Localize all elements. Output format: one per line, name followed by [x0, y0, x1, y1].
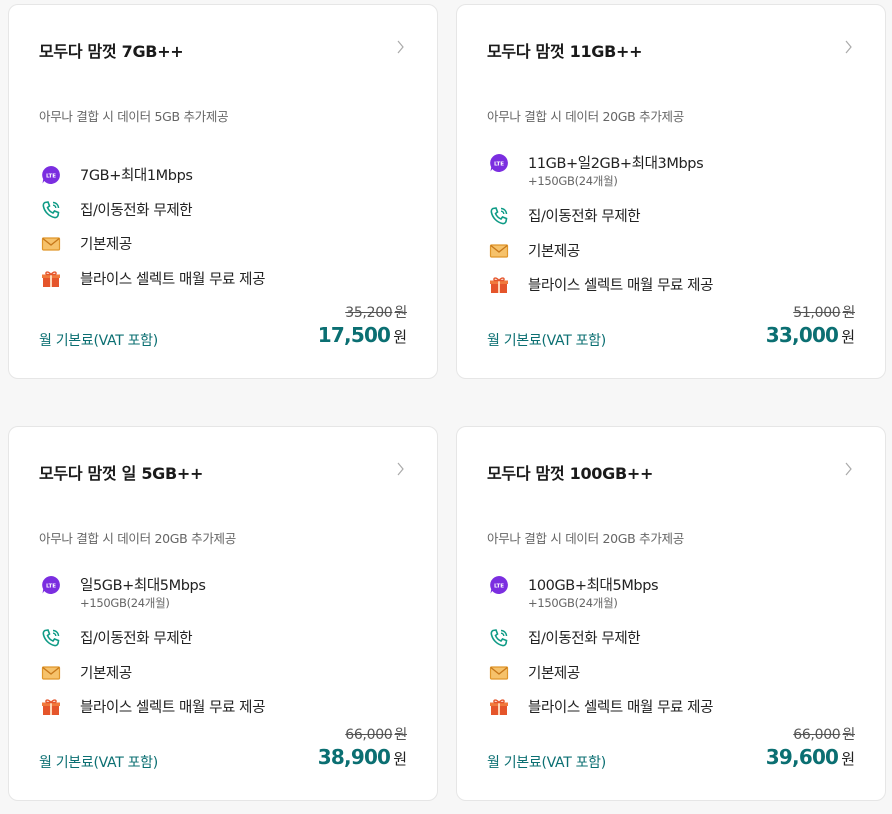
price-label: 월 기본료(VAT 포함)	[487, 333, 606, 349]
plan-grid: 모두다 맘껏 7GB++ 아무나 결합 시 데이터 5GB 추가제공 LTE 7…	[0, 0, 892, 814]
phone-icon	[41, 628, 61, 648]
feature-calls: 집/이동전화 무제한	[489, 625, 859, 660]
monthly-price: 33,000 원	[765, 323, 855, 347]
plan-title: 모두다 맘껏 11GB++	[487, 42, 643, 61]
gift-icon	[489, 275, 509, 295]
data-allowance: 11GB+일2GB+최대3Mbps	[528, 156, 704, 172]
data-bonus: +150GB(24개월)	[528, 596, 618, 610]
messages-allowance: 기본제공	[80, 237, 132, 253]
messages-allowance: 기본제공	[80, 665, 132, 682]
phone-icon	[489, 628, 509, 648]
plan-card-11gb[interactable]: 모두다 맘껏 11GB++ 아무나 결합 시 데이터 20GB 추가제공 LTE…	[456, 4, 886, 379]
phone-icon	[41, 200, 61, 220]
plan-subtitle: 아무나 결합 시 데이터 20GB 추가제공	[487, 531, 684, 546]
lte-icon: LTE	[41, 575, 61, 595]
original-price: 51,000 원	[793, 305, 855, 321]
feature-data: LTE 100GB+최대5Mbps +150GB(24개월)	[489, 574, 859, 625]
gift-icon	[41, 697, 61, 717]
lte-icon: LTE	[489, 575, 509, 595]
original-price: 66,000 원	[793, 727, 855, 743]
lte-icon: LTE	[489, 153, 509, 173]
monthly-price: 39,600 원	[765, 745, 855, 769]
benefit-text: 블라이스 셀렉트 매월 무료 제공	[528, 278, 714, 294]
monthly-price: 17,500 원	[317, 323, 407, 347]
original-price: 66,000 원	[345, 727, 407, 743]
svg-text:LTE: LTE	[46, 173, 56, 179]
price-label: 월 기본료(VAT 포함)	[39, 755, 158, 771]
feature-calls: 집/이동전화 무제한	[41, 197, 411, 232]
feature-data: LTE 7GB+최대1Mbps	[41, 162, 411, 197]
mail-icon	[41, 663, 61, 683]
lte-icon: LTE	[41, 165, 61, 185]
svg-text:LTE: LTE	[494, 161, 504, 167]
feature-list: LTE 11GB+일2GB+최대3Mbps +150GB(24개월) 집/이동전…	[489, 152, 859, 307]
calls-allowance: 집/이동전화 무제한	[80, 631, 193, 647]
data-allowance: 100GB+최대5Mbps	[528, 578, 659, 594]
chevron-right-icon[interactable]	[395, 461, 407, 477]
feature-list: LTE 7GB+최대1Mbps 집/이동전화 무제한 기본제공 블라이스 셀렉트…	[41, 162, 411, 300]
messages-allowance: 기본제공	[528, 665, 580, 682]
plan-title: 모두다 맘껏 7GB++	[39, 42, 184, 61]
calls-allowance: 집/이동전화 무제한	[528, 209, 641, 225]
mail-icon	[489, 663, 509, 683]
chevron-right-icon[interactable]	[395, 39, 407, 55]
mail-icon	[489, 241, 509, 261]
messages-allowance: 기본제공	[528, 243, 580, 260]
data-allowance: 일5GB+최대5Mbps	[80, 578, 206, 594]
plan-card-daily-5gb[interactable]: 모두다 맘껏 일 5GB++ 아무나 결합 시 데이터 20GB 추가제공 LT…	[8, 426, 438, 801]
gift-icon	[489, 697, 509, 717]
benefit-text: 블라이스 셀렉트 매월 무료 제공	[80, 271, 266, 288]
data-allowance: 7GB+최대1Mbps	[80, 168, 193, 184]
feature-messages: 기본제공	[41, 660, 411, 695]
calls-allowance: 집/이동전화 무제한	[80, 202, 193, 219]
feature-list: LTE 일5GB+최대5Mbps +150GB(24개월) 집/이동전화 무제한…	[41, 574, 411, 729]
feature-messages: 기본제공	[41, 231, 411, 266]
monthly-price: 38,900 원	[317, 745, 407, 769]
feature-calls: 집/이동전화 무제한	[489, 203, 859, 238]
gift-icon	[41, 269, 61, 289]
plan-subtitle: 아무나 결합 시 데이터 20GB 추가제공	[39, 531, 236, 546]
benefit-text: 블라이스 셀렉트 매월 무료 제공	[528, 700, 714, 716]
feature-messages: 기본제공	[489, 660, 859, 695]
chevron-right-icon[interactable]	[843, 461, 855, 477]
feature-calls: 집/이동전화 무제한	[41, 625, 411, 660]
calls-allowance: 집/이동전화 무제한	[528, 631, 641, 647]
price-label: 월 기본료(VAT 포함)	[39, 333, 158, 349]
price-label: 월 기본료(VAT 포함)	[487, 755, 606, 771]
chevron-right-icon[interactable]	[843, 39, 855, 55]
data-bonus: +150GB(24개월)	[80, 596, 170, 610]
feature-data: LTE 11GB+일2GB+최대3Mbps +150GB(24개월)	[489, 152, 859, 203]
plan-title: 모두다 맘껏 일 5GB++	[39, 464, 204, 483]
svg-text:LTE: LTE	[46, 583, 56, 589]
plan-subtitle: 아무나 결합 시 데이터 5GB 추가제공	[39, 109, 229, 124]
mail-icon	[41, 234, 61, 254]
original-price: 35,200 원	[345, 305, 407, 321]
svg-text:LTE: LTE	[494, 583, 504, 589]
plan-card-7gb[interactable]: 모두다 맘껏 7GB++ 아무나 결합 시 데이터 5GB 추가제공 LTE 7…	[8, 4, 438, 379]
plan-card-100gb[interactable]: 모두다 맘껏 100GB++ 아무나 결합 시 데이터 20GB 추가제공 LT…	[456, 426, 886, 801]
feature-data: LTE 일5GB+최대5Mbps +150GB(24개월)	[41, 574, 411, 625]
plan-title: 모두다 맘껏 100GB++	[487, 464, 654, 483]
feature-list: LTE 100GB+최대5Mbps +150GB(24개월) 집/이동전화 무제…	[489, 574, 859, 729]
phone-icon	[489, 206, 509, 226]
data-bonus: +150GB(24개월)	[528, 174, 618, 188]
benefit-text: 블라이스 셀렉트 매월 무료 제공	[80, 700, 266, 716]
plan-subtitle: 아무나 결합 시 데이터 20GB 추가제공	[487, 109, 684, 124]
feature-benefit: 블라이스 셀렉트 매월 무료 제공	[41, 266, 411, 301]
feature-messages: 기본제공	[489, 238, 859, 273]
